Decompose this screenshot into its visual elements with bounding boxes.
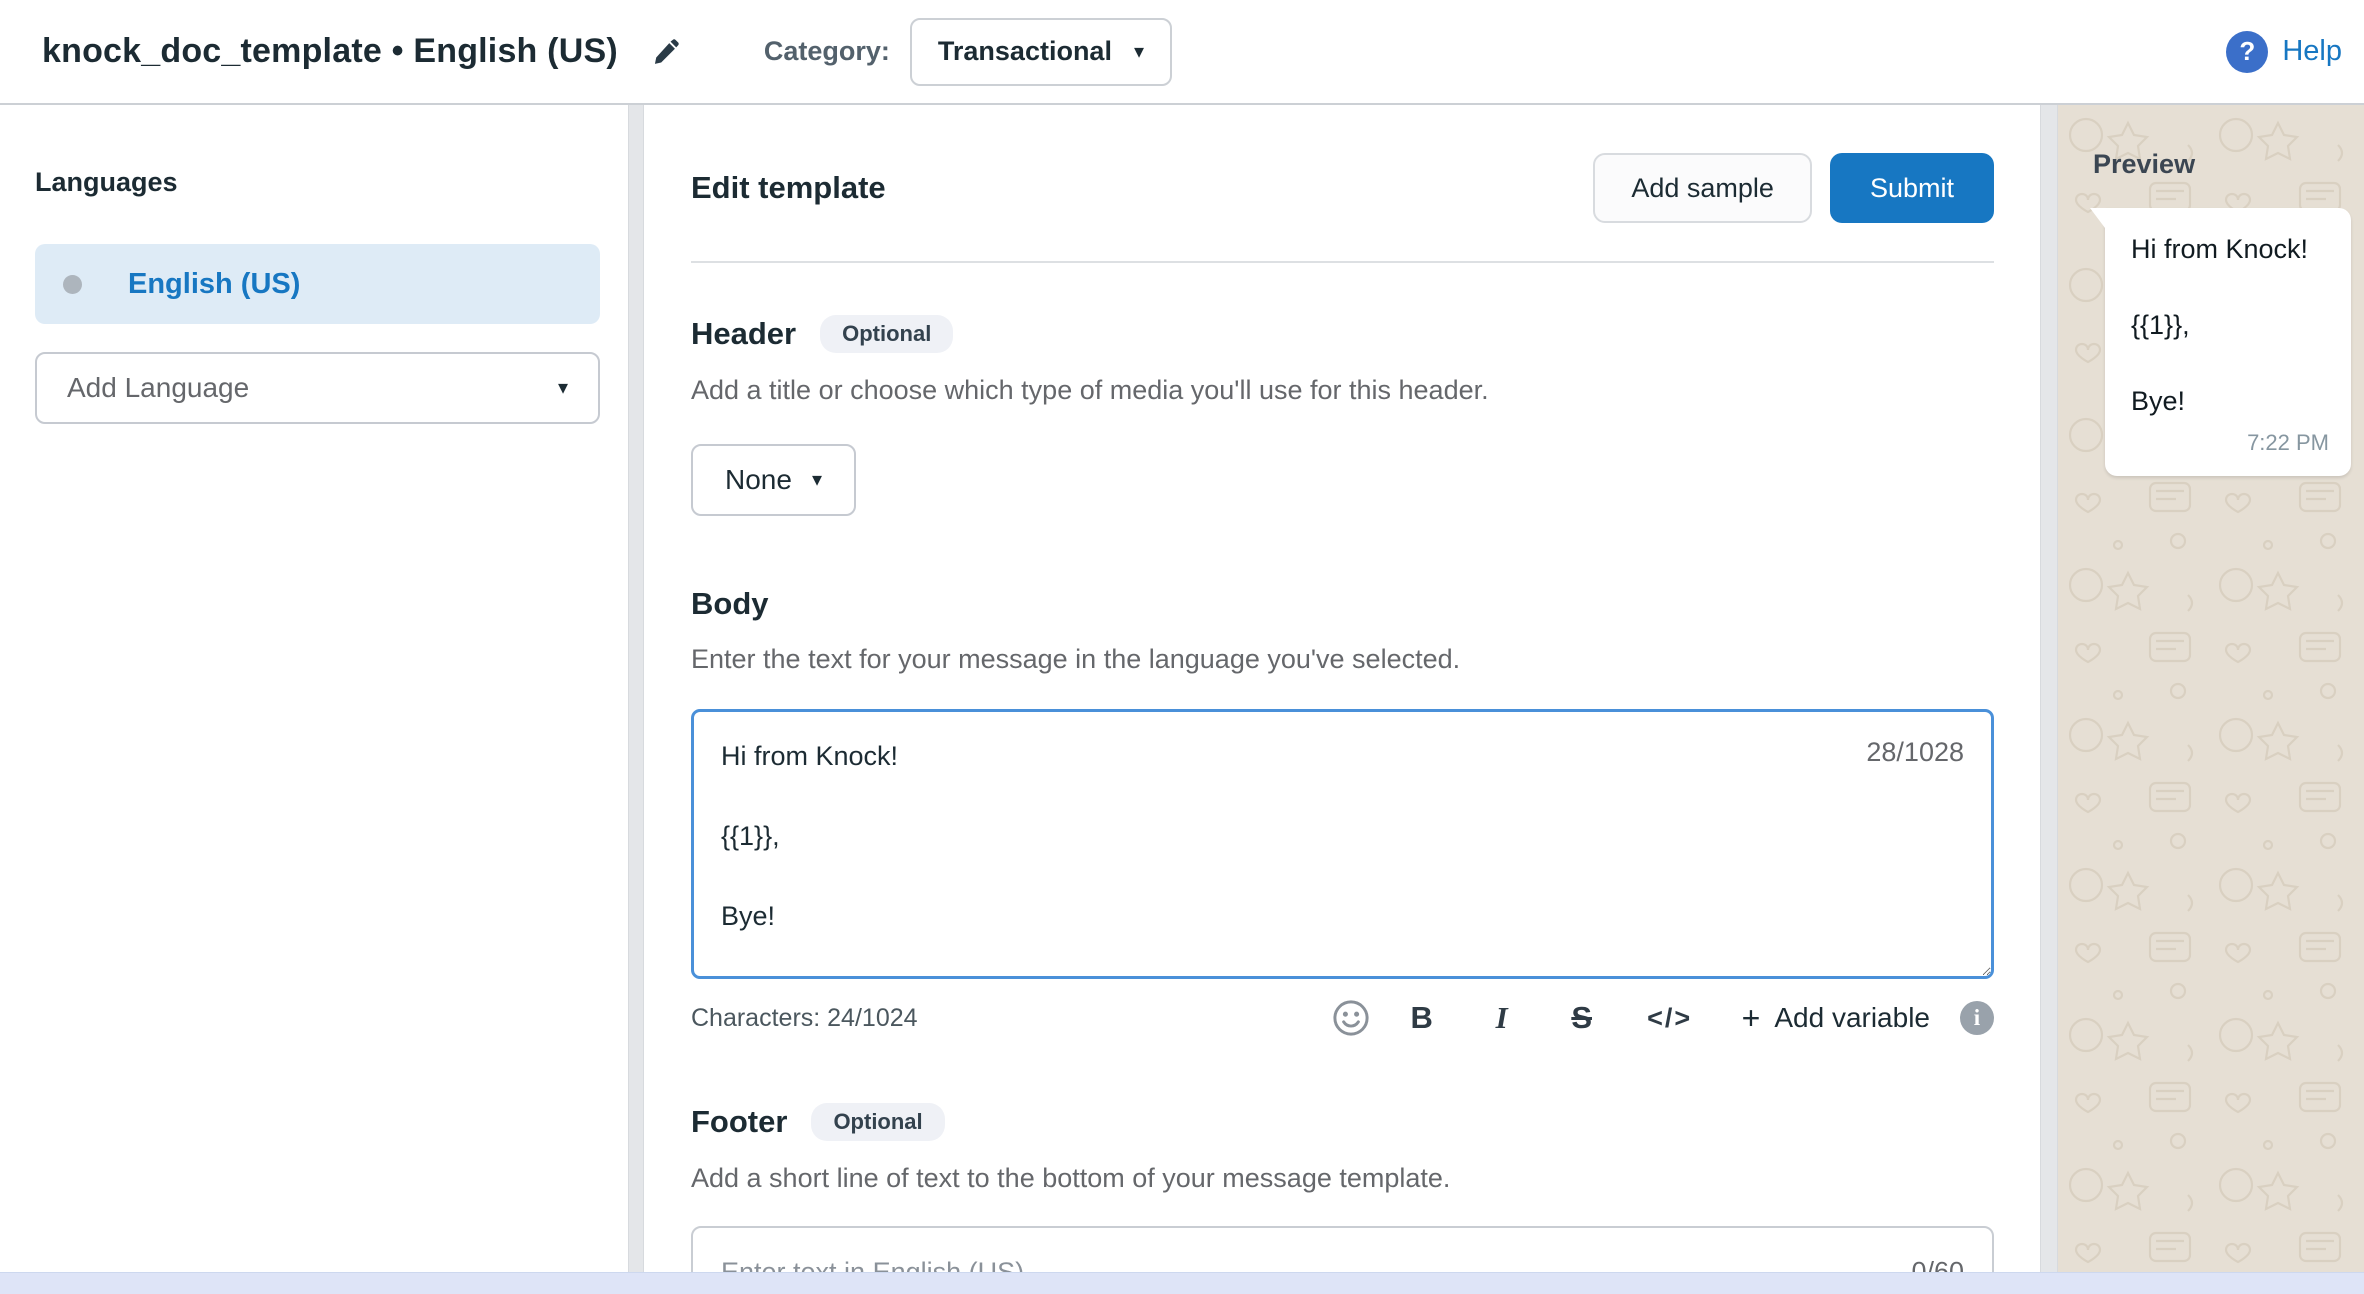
template-title: knock_doc_template • English (US) — [42, 32, 618, 71]
info-icon[interactable]: i — [1960, 1001, 1994, 1035]
sidebar-main-divider[interactable] — [628, 105, 644, 1272]
content-row: Languages English (US) Add Language ▾ Ed… — [0, 105, 2364, 1272]
chevron-down-icon: ▾ — [1134, 42, 1144, 62]
top-bar: knock_doc_template • English (US) Catego… — [0, 0, 2364, 105]
header-section: Header Optional Add a title or choose wh… — [691, 315, 1994, 516]
characters-count-label: Characters: 24/1024 — [691, 1004, 918, 1033]
header-type-dropdown[interactable]: None ▾ — [691, 444, 856, 516]
body-text-input[interactable]: Hi from Knock! {{1}}, Bye! — [691, 709, 1994, 979]
body-section: Body Enter the text for your message in … — [691, 586, 1994, 1039]
body-character-counter: 28/1028 — [1866, 737, 1964, 768]
bold-button[interactable]: B — [1382, 1000, 1462, 1036]
chevron-down-icon: ▾ — [812, 470, 822, 490]
help-icon: ? — [2226, 31, 2268, 73]
help-link[interactable]: Help — [2282, 35, 2342, 68]
footer-character-counter: 0/60 — [1911, 1257, 1964, 1273]
code-button[interactable]: </> — [1622, 1003, 1718, 1034]
footer-section: Footer Optional Add a short line of text… — [691, 1103, 1994, 1272]
bubble-text: Hi from Knock! {{1}}, Bye! — [2131, 230, 2327, 420]
add-language-placeholder: Add Language — [67, 372, 249, 404]
message-bubble: Hi from Knock! {{1}}, Bye! 7:22 PM — [2105, 208, 2351, 476]
category-dropdown[interactable]: Transactional ▾ — [910, 18, 1172, 86]
main-preview-divider[interactable] — [2040, 105, 2058, 1272]
category-value: Transactional — [938, 36, 1112, 67]
category-label: Category: — [764, 36, 890, 67]
submit-button[interactable]: Submit — [1830, 153, 1994, 223]
footer-section-description: Add a short line of text to the bottom o… — [691, 1163, 1994, 1194]
smiley-icon — [1330, 997, 1372, 1039]
bubble-tail — [2090, 208, 2105, 228]
add-variable-button[interactable]: + Add variable — [1742, 1002, 1930, 1034]
add-language-dropdown[interactable]: Add Language ▾ — [35, 352, 600, 424]
footer-section-title: Footer — [691, 1104, 787, 1140]
optional-badge: Optional — [820, 315, 953, 353]
preview-heading: Preview — [2093, 149, 2350, 180]
header-type-value: None — [725, 464, 792, 496]
language-status-dot — [63, 275, 82, 294]
pencil-icon — [649, 35, 683, 69]
edit-template-panel: Edit template Add sample Submit Header O… — [644, 105, 2040, 1272]
header-section-description: Add a title or choose which type of medi… — [691, 375, 1994, 406]
language-label: English (US) — [128, 268, 300, 301]
footer-text-input[interactable] — [691, 1226, 1994, 1272]
header-section-title: Header — [691, 316, 796, 352]
chevron-down-icon: ▾ — [558, 378, 568, 398]
sidebar-item-english-us[interactable]: English (US) — [35, 244, 600, 324]
strikethrough-button[interactable]: S — [1542, 1000, 1622, 1036]
optional-badge: Optional — [811, 1103, 944, 1141]
header-divider — [691, 261, 1994, 263]
languages-heading: Languages — [35, 167, 600, 198]
preview-panel: Preview Hi from Knock! {{1}}, Bye! 7:22 … — [2058, 105, 2364, 1272]
add-sample-button[interactable]: Add sample — [1593, 153, 1812, 223]
whatsapp-template-editor: knock_doc_template • English (US) Catego… — [0, 0, 2364, 1294]
emoji-button[interactable] — [1320, 997, 1382, 1039]
bottom-scroll-strip[interactable] — [0, 1272, 2364, 1294]
edit-title-button[interactable] — [644, 30, 688, 74]
plus-icon: + — [1742, 1002, 1761, 1034]
languages-sidebar: Languages English (US) Add Language ▾ — [0, 105, 628, 1272]
italic-button[interactable]: I — [1462, 1000, 1542, 1036]
bubble-timestamp: 7:22 PM — [2247, 430, 2329, 456]
body-section-title: Body — [691, 586, 769, 622]
edit-template-heading: Edit template — [691, 170, 886, 206]
body-toolbar: Characters: 24/1024 — [691, 997, 1994, 1039]
body-section-description: Enter the text for your message in the l… — [691, 644, 1994, 675]
